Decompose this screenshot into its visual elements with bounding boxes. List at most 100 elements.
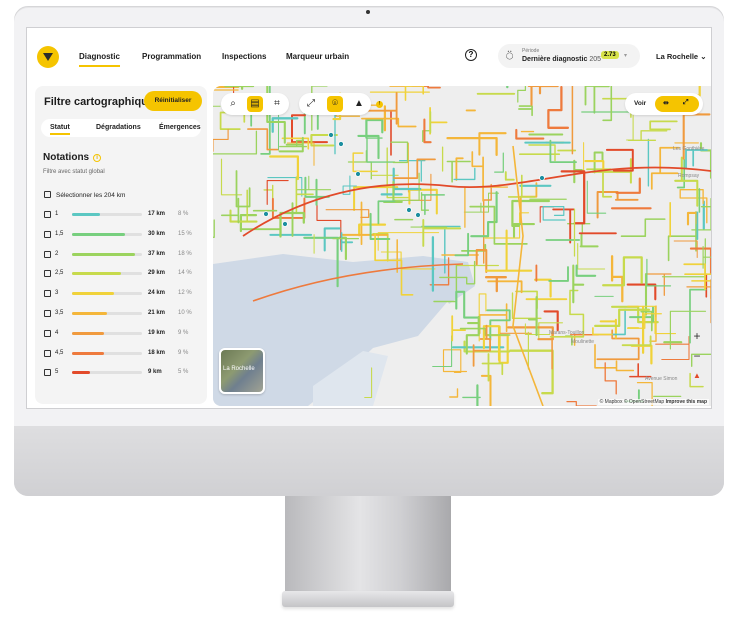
rating-bar-fill: [72, 351, 104, 355]
note-icon[interactable]: ▤: [247, 96, 263, 112]
rating-percent: 8 %: [178, 211, 189, 217]
map-pin: [355, 171, 361, 177]
rating-bar-fill: [72, 252, 135, 256]
rating-row[interactable]: 4,5 18 km 9 %: [44, 349, 204, 369]
rating-percent: 5 %: [178, 369, 189, 376]
rating-bar-track: [72, 272, 142, 276]
rating-bar-fill: [72, 232, 125, 236]
rating-row[interactable]: 4 19 km 9 %: [44, 329, 204, 349]
rating-row[interactable]: 3,5 21 km 10 %: [44, 309, 204, 329]
checkbox-icon: [44, 191, 51, 198]
top-navigation: Diagnostic Programmation Inspections Mar…: [27, 28, 711, 84]
checkbox-icon[interactable]: [44, 329, 51, 337]
map-pin: [282, 221, 288, 227]
rating-km: 9 km: [148, 369, 162, 376]
polygon-select-icon[interactable]: ⌗: [269, 96, 285, 112]
subtab-statut[interactable]: Statut: [50, 124, 70, 135]
voir-label: Voir: [634, 100, 647, 107]
rating-bar-fill: [72, 213, 100, 216]
period-caption: Période: [522, 48, 540, 54]
help-icon[interactable]: ?: [465, 49, 477, 61]
pin-icon[interactable]: ⌾: [327, 96, 343, 112]
tab-programmation[interactable]: Programmation: [142, 52, 201, 61]
tab-diagnostic[interactable]: Diagnostic: [79, 52, 120, 67]
period-selector[interactable]: ⍥ Période Dernière diagnostic 205 2.73 ▾: [498, 44, 640, 68]
view-mode-switch[interactable]: ⇹ ⤢: [655, 96, 699, 112]
rating-percent: 9 %: [178, 349, 189, 356]
rating-bar-track: [72, 311, 142, 315]
app-screen: Diagnostic Programmation Inspections Mar…: [26, 27, 712, 409]
rating-row[interactable]: 1,5 30 km 15 %: [44, 230, 204, 250]
place-label: Rompsay: [678, 173, 700, 179]
rating-percent: 12 %: [178, 290, 192, 297]
rating-percent: 18 %: [178, 250, 192, 257]
rating-label: 2,5: [55, 270, 64, 277]
rating-label: 3,5: [55, 309, 64, 316]
checkbox-icon[interactable]: [44, 349, 51, 357]
notations-heading: Notations i: [43, 152, 102, 163]
subtab-emergences[interactable]: Émergences: [159, 124, 201, 131]
improve-map-link[interactable]: Improve this map: [666, 399, 707, 405]
rating-row[interactable]: 5 9 km 5 %: [44, 368, 204, 388]
tab-inspections[interactable]: Inspections: [222, 52, 266, 61]
checkbox-icon[interactable]: [44, 270, 51, 278]
monitor-stand-base: [282, 591, 454, 607]
checkbox-icon[interactable]: [44, 290, 51, 298]
rating-bar-fill: [72, 331, 104, 335]
place-label: Moulinette: [571, 339, 595, 345]
info-icon[interactable]: i: [93, 154, 102, 162]
rating-row[interactable]: 2,5 29 km 14 %: [44, 269, 204, 289]
rating-bar-track: [72, 252, 142, 256]
view-toggle: Voir ⇹ ⤢: [625, 93, 703, 115]
tab-marqueur-urbain[interactable]: Marqueur urbain: [286, 52, 349, 61]
rating-percent: 10 %: [178, 309, 192, 316]
compass-icon[interactable]: ▲: [691, 371, 703, 385]
map-pin: [406, 207, 412, 213]
road-network-map[interactable]: [213, 86, 711, 406]
monitor-chin: [14, 426, 724, 496]
rating-bar-fill: [72, 272, 121, 276]
rating-bar-track: [72, 213, 142, 216]
reset-button[interactable]: Réinitialiser: [144, 91, 202, 111]
select-all-checkbox[interactable]: Sélectionner les 204 km: [44, 191, 125, 199]
rating-row[interactable]: 3 24 km 12 %: [44, 289, 204, 309]
checkbox-icon[interactable]: [44, 309, 51, 317]
checkbox-icon[interactable]: [44, 230, 51, 238]
map-view[interactable]: ⌕ ▤ ⌗ ⤢ ⌾ ▲ ! Voir ⇹ ⤢ Les Gonthière Rom…: [213, 86, 711, 406]
rating-row[interactable]: 2 37 km 18 %: [44, 250, 204, 270]
rating-percent: 15 %: [178, 230, 192, 237]
checkbox-icon[interactable]: [44, 250, 51, 258]
rating-km: 24 km: [148, 290, 166, 297]
rating-label: 4,5: [55, 349, 64, 356]
zoom-out-button[interactable]: −: [689, 346, 705, 366]
warning-icon[interactable]: ▲: [351, 96, 367, 112]
rating-row[interactable]: 1 17 km 8 %: [44, 210, 204, 230]
chevron-down-icon: ▾: [624, 53, 628, 59]
horizontal-arrows-icon[interactable]: ⇹: [663, 99, 669, 107]
rating-label: 1,5: [55, 230, 64, 237]
alert-badge-icon: !: [376, 101, 383, 108]
checkbox-icon[interactable]: [44, 211, 51, 218]
satellite-minimap[interactable]: La Rochelle: [219, 348, 265, 394]
rating-label: 5: [55, 369, 59, 376]
period-value: Dernière diagnostic 205: [522, 56, 601, 63]
subtab-degradations[interactable]: Dégradations: [96, 124, 141, 131]
rating-label: 2: [55, 250, 59, 257]
chevron-down-icon: ⌄: [700, 52, 707, 61]
expand-icon[interactable]: ⤢: [303, 96, 319, 112]
rating-bar-fill: [72, 292, 114, 296]
search-icon[interactable]: ⌕: [225, 96, 241, 112]
city-selector[interactable]: La Rochelle ⌄: [656, 52, 707, 61]
filter-panel: Filtre cartographique: Réinitialiser Sta…: [35, 86, 207, 404]
checkbox-icon[interactable]: [44, 369, 51, 377]
zoom-in-button[interactable]: +: [689, 326, 705, 346]
fullscreen-icon[interactable]: ⤢: [683, 99, 689, 107]
panel-title: Filtre cartographique:: [44, 96, 158, 108]
period-badge: 2.73: [601, 51, 619, 59]
brand-logo-icon[interactable]: [37, 46, 59, 68]
rating-bar-fill: [72, 371, 90, 375]
place-label: Les Gonthière: [673, 146, 705, 152]
rating-km: 30 km: [148, 230, 166, 237]
monitor-stand: [285, 496, 451, 591]
map-pin: [539, 175, 545, 181]
